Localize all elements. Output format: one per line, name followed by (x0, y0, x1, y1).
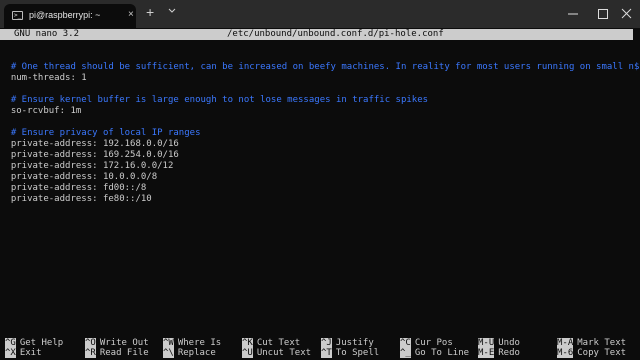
config-line: num-threads: 1 (0, 73, 87, 83)
shortcut-item: ^R Read File (85, 348, 149, 359)
shortcut-item: ^U Uncut Text (242, 348, 311, 359)
chevron-down-icon (168, 8, 176, 13)
config-line: private-address: 192.168.0.0/16 (0, 139, 179, 149)
shortcut-key: M-E (478, 348, 495, 358)
shortcut-key: ^O (85, 338, 96, 348)
shortcut-label: Cut Text (256, 338, 301, 348)
shortcut-label: Uncut Text (256, 348, 312, 358)
shortcut-key: M-U (478, 338, 495, 348)
nano-header-bar: GNU nano 3.2 /etc/unbound/unbound.conf.d… (0, 29, 633, 40)
shortcut-label: Undo (498, 338, 520, 348)
config-line: private-address: fd00::/8 (0, 183, 147, 193)
shortcut-key: ^\ (163, 348, 174, 358)
shortcut-key: ^C (400, 338, 411, 348)
minimize-icon (568, 13, 578, 15)
shortcut-key: ^X (5, 348, 16, 358)
minimize-button[interactable] (558, 0, 588, 28)
shortcut-key: ^_ (400, 348, 411, 358)
config-line: private-address: 10.0.0.0/8 (0, 172, 158, 182)
shortcut-key: M-6 (557, 348, 574, 358)
shortcut-key: ^J (321, 338, 332, 348)
shortcut-key: ^G (5, 338, 16, 348)
close-window-button[interactable] (614, 0, 640, 28)
shortcut-label: Redo (498, 348, 520, 358)
shortcut-label: Read File (99, 348, 149, 358)
shortcut-key: M-A (557, 338, 574, 348)
terminal-tab[interactable]: >_ pi@raspberrypi: ~ × (4, 4, 136, 28)
shortcut-label: To Spell (335, 348, 380, 358)
shortcut-key: ^T (321, 348, 332, 358)
shortcut-label: Cur Pos (414, 338, 453, 348)
shortcut-label: Mark Text (577, 338, 627, 348)
shortcut-item: M-E Redo (478, 348, 520, 359)
config-line: so-rcvbuf: 1m (0, 106, 82, 116)
file-path: /etc/unbound/unbound.conf.d/pi-hole.conf (227, 29, 444, 39)
shortcut-label: Go To Line (414, 348, 470, 358)
tab-dropdown-button[interactable] (167, 6, 177, 19)
config-line: private-address: 169.254.0.0/16 (0, 150, 179, 160)
shortcut-label: Write Out (99, 338, 149, 348)
shortcut-label: Get Help (19, 338, 64, 348)
config-comment-line: # Ensure privacy of local IP ranges (0, 128, 201, 138)
shortcut-label: Replace (177, 348, 216, 358)
new-tab-button[interactable]: + (146, 5, 154, 19)
config-line: private-address: 172.16.0.0/12 (0, 161, 174, 171)
config-comment-line: # Ensure kernel buffer is large enough t… (0, 95, 429, 105)
shortcut-key: ^R (85, 348, 96, 358)
shortcut-key: ^K (242, 338, 253, 348)
shortcut-item: ^\ Replace (163, 348, 216, 359)
shortcut-item: ^_ Go To Line (400, 348, 469, 359)
shortcut-key: ^U (242, 348, 253, 358)
config-line: private-address: fe80::/10 (0, 194, 152, 204)
terminal-icon: >_ (12, 11, 23, 20)
shortcut-label: Justify (335, 338, 374, 348)
shortcut-item: ^X Exit (5, 348, 42, 359)
shortcut-item: ^T To Spell (321, 348, 379, 359)
close-tab-icon[interactable]: × (128, 10, 134, 20)
shortcut-key: ^W (163, 338, 174, 348)
shortcut-item: M-6 Copy Text (557, 348, 626, 359)
close-icon (621, 8, 632, 19)
shortcut-label: Exit (19, 348, 42, 358)
tab-title: pi@raspberrypi: ~ (29, 10, 101, 20)
window-titlebar: >_ pi@raspberrypi: ~ × + (0, 0, 640, 28)
shortcut-label: Where Is (177, 338, 222, 348)
shortcut-label: Copy Text (577, 348, 627, 358)
terminal-area[interactable]: GNU nano 3.2 /etc/unbound/unbound.conf.d… (0, 28, 640, 360)
nano-version: GNU nano 3.2 (14, 29, 80, 39)
config-comment-line: # One thread should be sufficient, can b… (0, 62, 640, 72)
